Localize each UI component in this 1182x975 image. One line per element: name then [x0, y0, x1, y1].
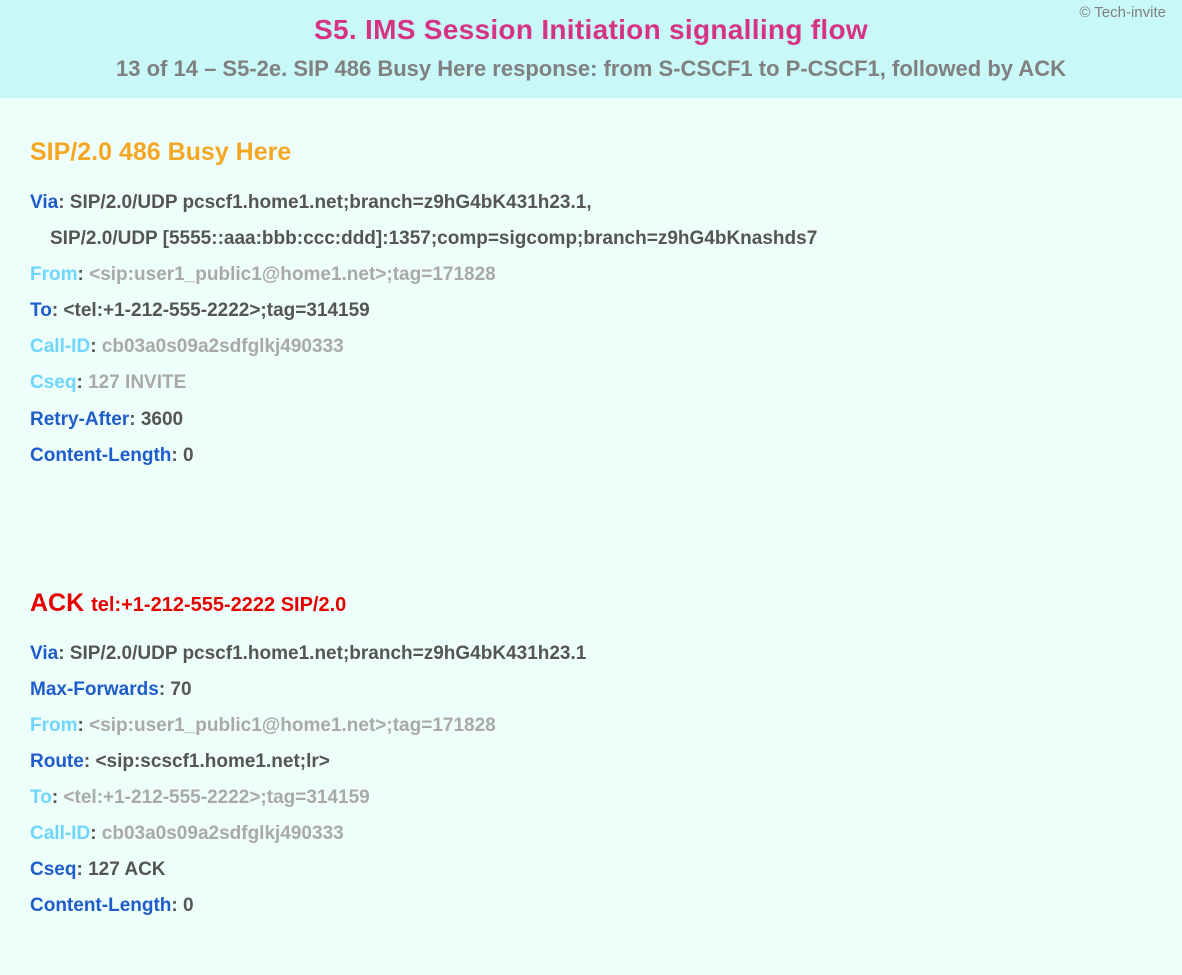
to-header: To: <tel:+1-212-555-2222>;tag=314159	[30, 293, 1152, 329]
callid-header: Call-ID: cb03a0s09a2sdfglkj490333	[30, 329, 1152, 365]
cseq-header: Cseq: 127 INVITE	[30, 365, 1152, 401]
document-header: © Tech-invite S5. IMS Session Initiation…	[0, 0, 1182, 98]
via-value-1: SIP/2.0/UDP pcscf1.home1.net;branch=z9hG…	[70, 192, 592, 213]
retry-after-label: Retry-After	[30, 409, 129, 430]
ack-cseq-header: Cseq: 127 ACK	[30, 852, 1152, 888]
max-forwards-header: Max-Forwards: 70	[30, 672, 1152, 708]
route-value: <sip:scscf1.home1.net;lr>	[95, 751, 329, 772]
retry-after-value: 3600	[141, 409, 183, 430]
ack-request-title: ACK tel:+1-212-555-2222 SIP/2.0	[30, 589, 1152, 618]
ack-cseq-label: Cseq	[30, 859, 76, 880]
ack-callid-header: Call-ID: cb03a0s09a2sdfglkj490333	[30, 816, 1152, 852]
ack-to-value: <tel:+1-212-555-2222>;tag=314159	[63, 787, 369, 808]
ack-method: ACK	[30, 589, 84, 617]
route-label: Route	[30, 751, 84, 772]
sip-response-title: SIP/2.0 486 Busy Here	[30, 138, 1152, 167]
ack-uri: tel:+1-212-555-2222 SIP/2.0	[91, 594, 346, 616]
ack-via-header: Via: SIP/2.0/UDP pcscf1.home1.net;branch…	[30, 636, 1152, 672]
callid-label: Call-ID	[30, 336, 90, 357]
ack-content-length-value: 0	[183, 895, 194, 916]
ack-content-length-header: Content-Length: 0	[30, 888, 1152, 924]
ack-cseq-value: 127 ACK	[88, 859, 165, 880]
cseq-value: 127 INVITE	[88, 372, 186, 393]
cseq-label: Cseq	[30, 372, 76, 393]
via-label: Via	[30, 192, 58, 213]
from-value: <sip:user1_public1@home1.net>;tag=171828	[89, 264, 496, 285]
content-length-label: Content-Length	[30, 445, 171, 466]
ack-request-block: ACK tel:+1-212-555-2222 SIP/2.0 Via: SIP…	[30, 589, 1152, 925]
via-header-line2: SIP/2.0/UDP [5555::aaa:bbb:ccc:ddd]:1357…	[30, 221, 1152, 257]
page-subtitle: 13 of 14 – S5-2e. SIP 486 Busy Here resp…	[20, 56, 1162, 82]
ack-content-length-label: Content-Length	[30, 895, 171, 916]
to-label: To	[30, 300, 52, 321]
content-length-header: Content-Length: 0	[30, 438, 1152, 474]
from-header: From: <sip:user1_public1@home1.net>;tag=…	[30, 257, 1152, 293]
ack-from-label: From	[30, 715, 78, 736]
ack-from-header: From: <sip:user1_public1@home1.net>;tag=…	[30, 708, 1152, 744]
callid-value: cb03a0s09a2sdfglkj490333	[102, 336, 344, 357]
from-label: From	[30, 264, 78, 285]
route-header: Route: <sip:scscf1.home1.net;lr>	[30, 744, 1152, 780]
ack-callid-label: Call-ID	[30, 823, 90, 844]
ack-from-value: <sip:user1_public1@home1.net>;tag=171828	[89, 715, 496, 736]
ack-via-label: Via	[30, 643, 58, 664]
ack-to-header: To: <tel:+1-212-555-2222>;tag=314159	[30, 780, 1152, 816]
via-value-2: SIP/2.0/UDP [5555::aaa:bbb:ccc:ddd]:1357…	[50, 228, 817, 249]
max-forwards-value: 70	[170, 679, 191, 700]
page-title: S5. IMS Session Initiation signalling fl…	[20, 10, 1162, 46]
via-header-line1: Via: SIP/2.0/UDP pcscf1.home1.net;branch…	[30, 185, 1152, 221]
ack-callid-value: cb03a0s09a2sdfglkj490333	[102, 823, 344, 844]
retry-after-header: Retry-After: 3600	[30, 402, 1152, 438]
ack-via-value: SIP/2.0/UDP pcscf1.home1.net;branch=z9hG…	[70, 643, 587, 664]
spacer	[30, 474, 1152, 589]
content-length-value: 0	[183, 445, 194, 466]
document-body: SIP/2.0 486 Busy Here Via: SIP/2.0/UDP p…	[0, 98, 1182, 975]
copyright-label: © Tech-invite	[1079, 4, 1166, 21]
to-value: <tel:+1-212-555-2222>;tag=314159	[63, 300, 369, 321]
sip-response-block: SIP/2.0 486 Busy Here Via: SIP/2.0/UDP p…	[30, 138, 1152, 474]
max-forwards-label: Max-Forwards	[30, 679, 159, 700]
ack-to-label: To	[30, 787, 52, 808]
document-page: © Tech-invite S5. IMS Session Initiation…	[0, 0, 1182, 975]
